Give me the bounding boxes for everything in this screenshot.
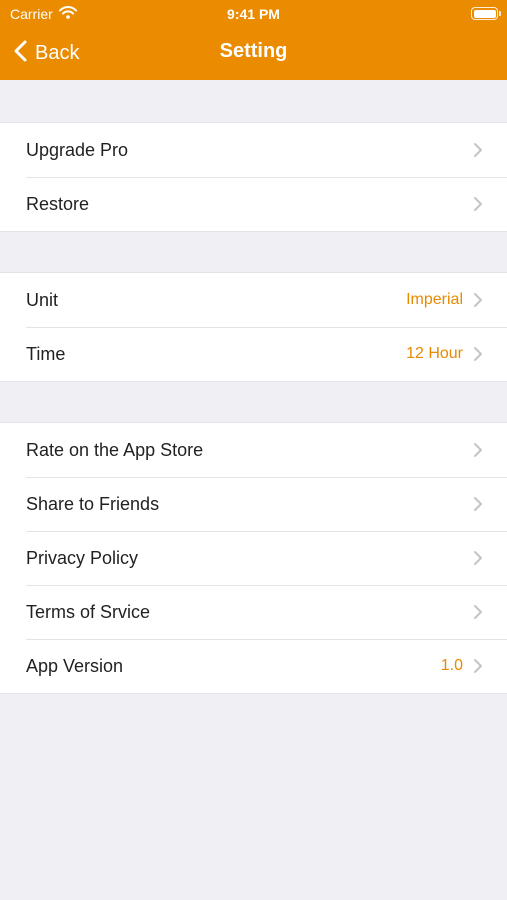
chevron-right-icon: [473, 442, 483, 458]
chevron-right-icon: [473, 292, 483, 308]
chevron-right-icon: [473, 346, 483, 362]
row-label: Upgrade Pro: [26, 139, 129, 160]
status-time: 9:41 PM: [227, 6, 280, 22]
row-label: App Version: [26, 655, 124, 676]
settings-row-privacy-policy[interactable]: Privacy Policy: [0, 531, 507, 585]
chevron-right-icon: [473, 496, 483, 512]
status-bar: Carrier 9:41 PM: [0, 0, 507, 28]
settings-row-unit[interactable]: Unit Imperial: [0, 273, 507, 327]
row-label: Time: [26, 343, 66, 364]
row-label: Privacy Policy: [26, 547, 139, 568]
settings-row-terms-of-service[interactable]: Terms of Srvice: [0, 585, 507, 639]
settings-row-app-version[interactable]: App Version 1.0: [0, 639, 507, 693]
nav-bar: Back Setting: [0, 28, 507, 80]
header: Carrier 9:41 PM Back Setting: [0, 0, 507, 80]
chevron-right-icon: [473, 604, 483, 620]
settings-row-rate-app-store[interactable]: Rate on the App Store: [0, 423, 507, 477]
row-label: Share to Friends: [26, 493, 160, 514]
page-title: Setting: [219, 40, 288, 62]
settings-row-share-friends[interactable]: Share to Friends: [0, 477, 507, 531]
chevron-right-icon: [473, 142, 483, 158]
row-label: Unit: [26, 289, 59, 310]
chevron-right-icon: [473, 550, 483, 566]
app-version-value: 1.0: [440, 657, 463, 674]
row-label: Rate on the App Store: [26, 439, 204, 460]
row-label: Restore: [26, 193, 90, 214]
battery-fill: [473, 9, 496, 18]
settings-section-purchase: Upgrade Pro Restore: [0, 122, 507, 232]
chevron-right-icon: [473, 196, 483, 212]
time-value: 12 Hour: [406, 345, 463, 362]
settings-section-about: Rate on the App Store Share to Friends P…: [0, 422, 507, 694]
settings-section-preferences: Unit Imperial Time 12 Hour: [0, 272, 507, 382]
battery-icon: [471, 7, 501, 20]
row-label: Terms of Srvice: [26, 601, 151, 622]
unit-value: Imperial: [406, 291, 463, 308]
chevron-right-icon: [473, 658, 483, 674]
settings-row-restore[interactable]: Restore: [0, 177, 507, 231]
settings-row-time[interactable]: Time 12 Hour: [0, 327, 507, 381]
settings-row-upgrade-pro[interactable]: Upgrade Pro: [0, 123, 507, 177]
battery-tip: [499, 11, 501, 16]
